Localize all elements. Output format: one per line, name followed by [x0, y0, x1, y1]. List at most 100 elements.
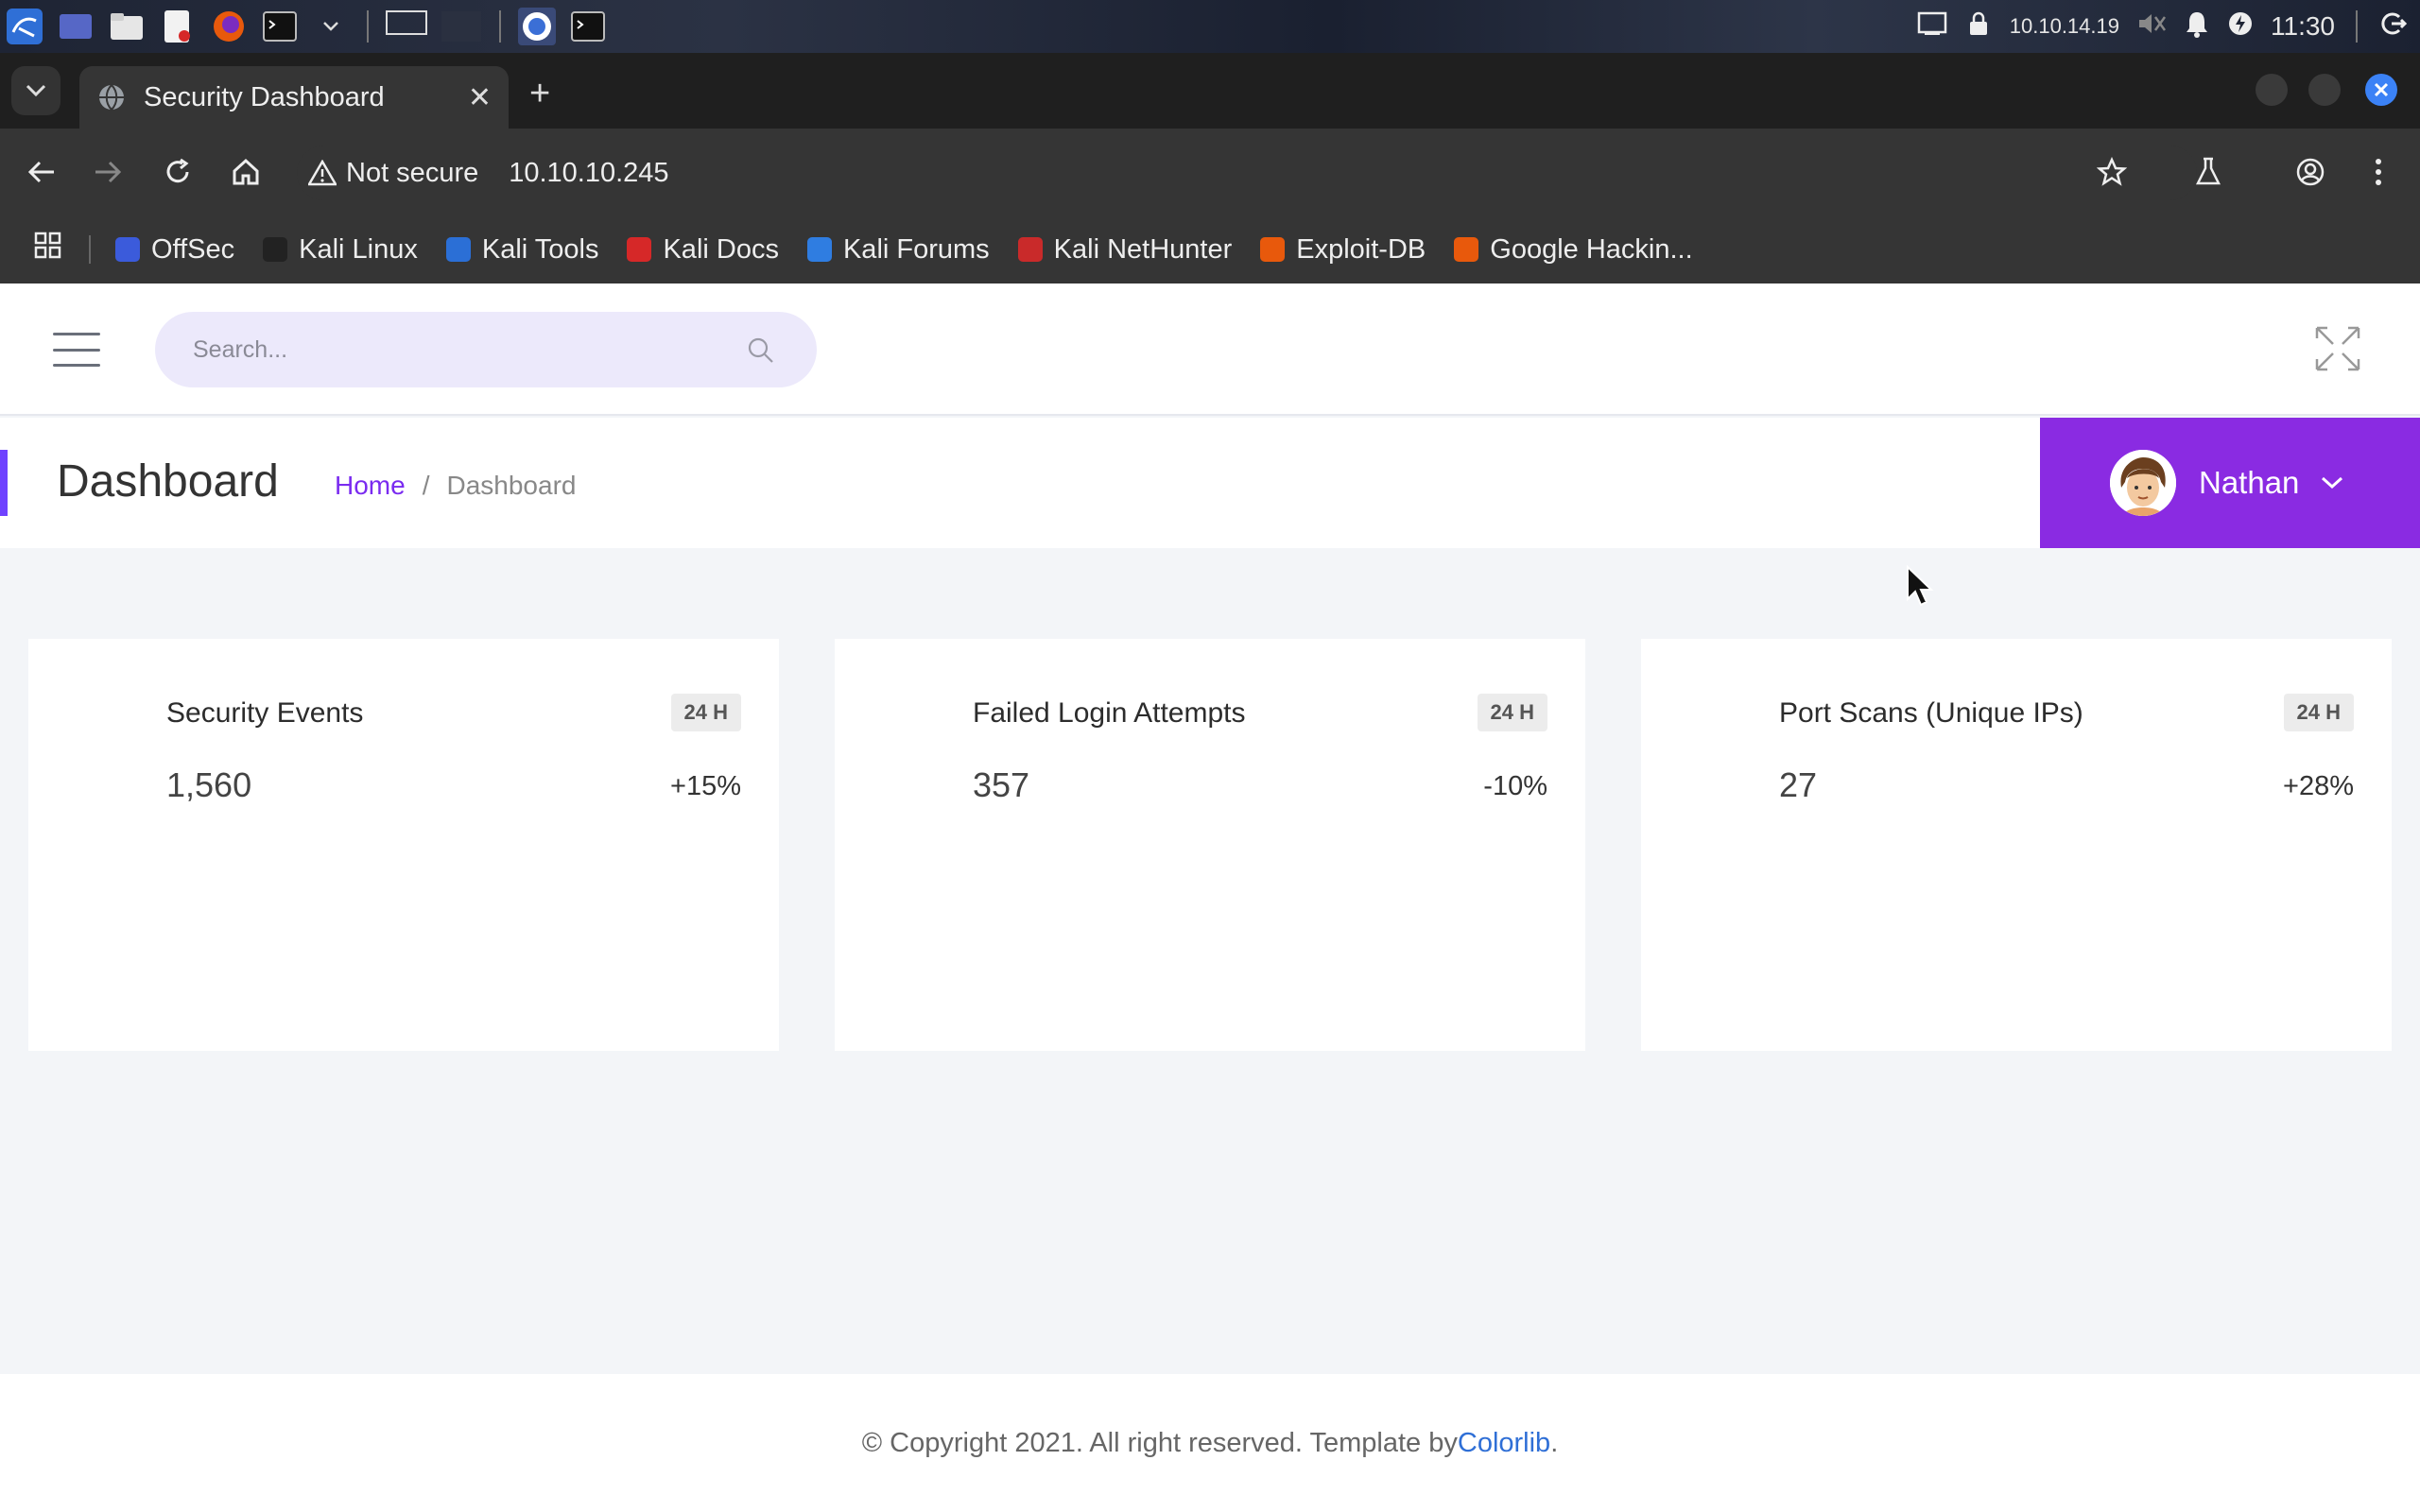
new-tab-button[interactable]: + — [529, 74, 550, 114]
reload-button[interactable] — [155, 149, 200, 195]
user-menu-button[interactable]: Nathan — [2040, 418, 2420, 548]
mouse-cursor-icon — [1907, 565, 1934, 607]
bookmark-label: Exploit-DB — [1296, 233, 1426, 265]
bookmark-item[interactable]: Google Hackin... — [1454, 234, 1693, 266]
search-icon[interactable] — [747, 336, 775, 365]
stat-card-failed-logins: Failed Login Attempts 24 H 357 -10% — [835, 639, 1585, 1051]
chevron-down-icon — [2322, 476, 2343, 490]
close-tab-icon[interactable]: ✕ — [468, 81, 492, 114]
title-accent-bar — [0, 450, 8, 516]
bookmark-favicon-icon — [1017, 237, 1043, 262]
display-icon[interactable] — [1917, 11, 1947, 43]
profile-button[interactable] — [2288, 149, 2333, 195]
bookmark-favicon-icon — [445, 237, 471, 262]
maximize-window-button[interactable] — [2308, 74, 2341, 106]
bookmarks-separator — [89, 235, 91, 264]
period-badge: 24 H — [1477, 694, 1547, 731]
chevron-down-icon[interactable] — [312, 8, 350, 45]
search-input[interactable] — [155, 312, 817, 387]
footer-period: . — [1550, 1427, 1559, 1458]
labs-button[interactable] — [2186, 149, 2231, 195]
bookmark-favicon-icon — [115, 237, 140, 262]
bookmark-favicon-icon — [263, 237, 288, 262]
bookmark-item[interactable]: Kali NetHunter — [1017, 233, 1233, 266]
browser-tab-active[interactable]: Security Dashboard ✕ — [79, 66, 509, 129]
hamburger-menu-icon[interactable] — [53, 333, 100, 367]
card-change: -10% — [1483, 771, 1547, 801]
bookmark-label: Kali Forums — [842, 233, 990, 265]
home-icon — [233, 158, 259, 185]
kebab-menu-icon — [2376, 159, 2381, 185]
card-value: 27 — [1779, 765, 1818, 804]
home-button[interactable] — [223, 149, 268, 195]
colorlib-link[interactable]: Colorlib — [1458, 1428, 1550, 1459]
back-button[interactable] — [19, 149, 64, 195]
taskbar-separator — [367, 10, 369, 43]
taskbar-separator — [499, 10, 501, 43]
terminal-window-icon[interactable] — [569, 8, 607, 45]
footer-text: © Copyright 2021. All right reserved. Te… — [861, 1427, 1458, 1458]
breadcrumb-separator: / — [422, 471, 430, 500]
site-info-button[interactable]: Not secure — [297, 158, 478, 189]
minimize-window-button[interactable] — [2256, 74, 2288, 106]
fullscreen-expand-icon[interactable] — [2314, 325, 2361, 372]
apps-grid-icon[interactable] — [34, 232, 62, 267]
bookmark-item[interactable]: Kali Forums — [806, 233, 990, 266]
workspace-1-icon[interactable] — [386, 8, 427, 45]
bookmark-favicon-icon — [1260, 237, 1286, 262]
bookmark-favicon-icon — [1454, 237, 1479, 262]
chromium-icon[interactable] — [518, 8, 556, 45]
app-header — [0, 284, 2420, 416]
card-change: +28% — [2283, 771, 2354, 801]
warning-icon — [308, 160, 337, 186]
bookmark-favicon-icon — [806, 237, 832, 262]
volume-muted-icon[interactable] — [2136, 9, 2167, 44]
breadcrumb-current: Dashboard — [446, 471, 577, 500]
flask-icon — [2195, 157, 2221, 185]
address-bar[interactable]: Not secure 10.10.10.245 — [297, 146, 2197, 200]
browser-toolbar: Not secure 10.10.10.245 — [0, 129, 2420, 215]
url-text: 10.10.10.245 — [509, 157, 669, 188]
reload-icon — [166, 158, 189, 183]
file-manager-icon[interactable] — [108, 8, 146, 45]
bookmark-label: Kali Tools — [481, 233, 599, 265]
notification-bell-icon[interactable] — [2184, 9, 2210, 44]
bookmark-item[interactable]: OffSec — [115, 234, 234, 266]
kali-menu-icon[interactable] — [6, 8, 43, 45]
desktop-icon[interactable] — [57, 8, 95, 45]
arrow-right-icon — [95, 161, 122, 183]
close-icon — [2374, 82, 2389, 97]
security-label: Not secure — [346, 157, 479, 188]
tab-search-dropdown[interactable] — [11, 66, 60, 115]
avatar — [2110, 450, 2176, 516]
logout-icon[interactable] — [2378, 9, 2408, 44]
bookmark-star-button[interactable] — [2089, 149, 2135, 195]
bookmark-item[interactable]: Kali Tools — [445, 233, 599, 266]
footer: © Copyright 2021. All right reserved. Te… — [0, 1374, 2420, 1512]
power-status-icon[interactable] — [2227, 10, 2254, 43]
browser-menu-button[interactable] — [2356, 149, 2401, 195]
card-value: 1,560 — [166, 765, 252, 804]
breadcrumb-home-link[interactable]: Home — [335, 471, 406, 501]
period-badge: 24 H — [670, 694, 741, 731]
firefox-icon[interactable] — [210, 8, 248, 45]
card-change: +15% — [670, 771, 741, 801]
bookmark-label: Kali Linux — [299, 233, 418, 265]
bookmark-item[interactable]: Exploit-DB — [1260, 234, 1426, 266]
bookmark-item[interactable]: Kali Docs — [627, 234, 779, 266]
terminal-icon[interactable] — [261, 8, 299, 45]
clock[interactable]: 11:30 — [2271, 11, 2335, 42]
bookmark-label: Kali Docs — [663, 233, 779, 265]
close-window-button[interactable] — [2365, 74, 2397, 106]
tab-title: Security Dashboard — [144, 81, 385, 112]
text-editor-icon[interactable] — [159, 8, 197, 45]
card-value: 357 — [973, 765, 1030, 804]
workspace-2-icon[interactable] — [441, 8, 482, 45]
bookmark-item[interactable]: Kali Linux — [263, 234, 418, 266]
card-title: Security Events — [166, 697, 364, 729]
breadcrumb: Home / Dashboard — [335, 471, 576, 501]
forward-button[interactable] — [85, 149, 130, 195]
stat-card-port-scans: Port Scans (Unique IPs) 24 H 27 +28% — [1641, 639, 2392, 1051]
bookmark-label: Kali NetHunter — [1053, 233, 1233, 265]
network-lock-icon[interactable] — [1964, 9, 1993, 44]
